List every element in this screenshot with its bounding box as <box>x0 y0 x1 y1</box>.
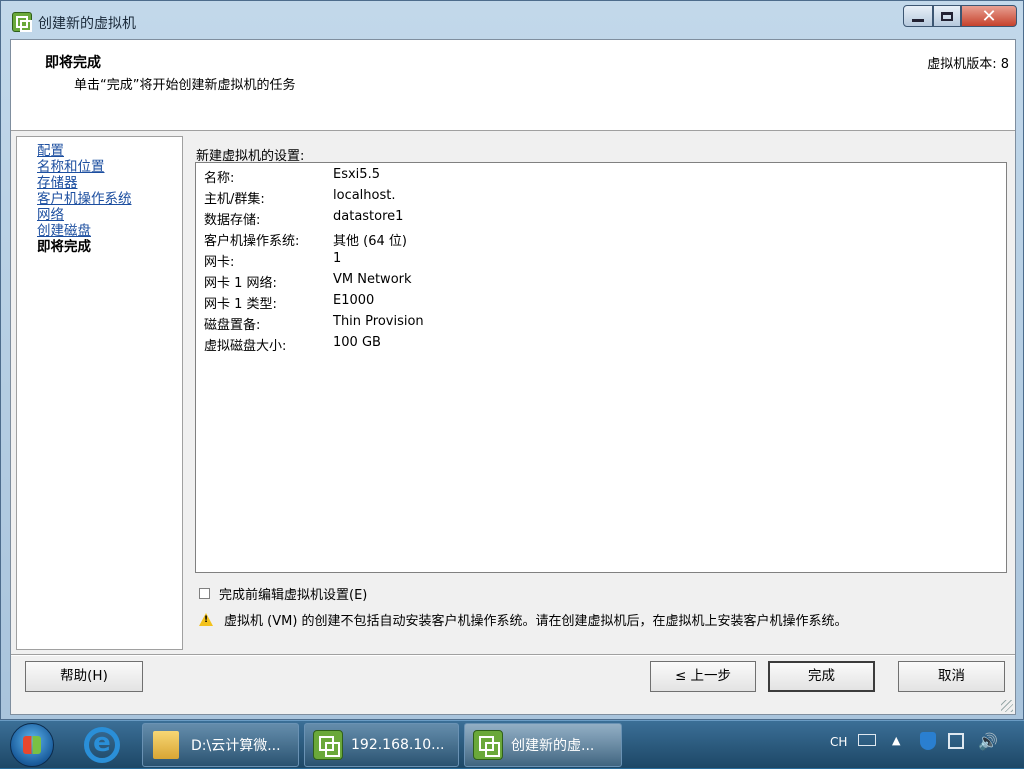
settings-key: 虚拟磁盘大小: <box>204 339 287 354</box>
nav-item-network[interactable]: 网络 <box>37 207 64 223</box>
nav-item-guest-os[interactable]: 客户机操作系统 <box>37 191 132 207</box>
folder-icon <box>153 731 179 759</box>
back-button[interactable]: ≤ 上一步 <box>650 661 756 692</box>
settings-key: 主机/群集: <box>204 192 265 207</box>
vsphere-icon <box>473 730 503 760</box>
settings-key: 网卡 1 类型: <box>204 297 277 312</box>
settings-key: 名称: <box>204 171 235 186</box>
taskbar: e D:\云计算微... 192.168.10... 创建新的虚... CH ▲… <box>0 720 1024 768</box>
warning-icon: ! <box>199 613 213 626</box>
settings-key: 磁盘置备: <box>204 318 261 333</box>
volume-icon[interactable]: 🔊 <box>978 732 998 751</box>
taskbar-item-label: 192.168.10... <box>351 737 445 753</box>
minimize-button[interactable] <box>903 5 933 27</box>
start-button[interactable] <box>10 723 54 767</box>
wizard-window: 创建新的虚拟机 ✕ 即将完成 单击“完成”将开始创建新虚拟机的任务 虚拟机版本:… <box>0 0 1024 720</box>
settings-value: Thin Provision <box>333 314 424 329</box>
settings-value: datastore1 <box>333 209 404 224</box>
nav-item-ready-to-complete: 即将完成 <box>37 239 91 255</box>
finish-button[interactable]: 完成 <box>768 661 875 692</box>
nav-item-storage[interactable]: 存储器 <box>37 175 78 191</box>
settings-key: 网卡 1 网络: <box>204 276 277 291</box>
settings-value: E1000 <box>333 293 375 308</box>
keyboard-icon[interactable] <box>858 734 876 746</box>
close-button[interactable]: ✕ <box>961 5 1017 27</box>
nav-item-config[interactable]: 配置 <box>37 143 64 159</box>
taskbar-item-create-vm[interactable]: 创建新的虚... <box>464 723 622 767</box>
help-button[interactable]: 帮助(H) <box>25 661 143 692</box>
settings-value: Esxi5.5 <box>333 167 380 182</box>
settings-value: 100 GB <box>333 335 381 350</box>
wizard-client-area: 即将完成 单击“完成”将开始创建新虚拟机的任务 虚拟机版本: 8 配置 名称和位… <box>10 39 1016 715</box>
settings-key: 客户机操作系统: <box>204 234 300 249</box>
nav-item-name-location[interactable]: 名称和位置 <box>37 159 105 175</box>
vsphere-icon <box>313 730 343 760</box>
warning-message: ! 虚拟机 (VM) 的创建不包括自动安装客户机操作系统。请在创建虚拟机后，在虚… <box>199 610 848 629</box>
show-hidden-icons-icon[interactable]: ▲ <box>892 734 900 747</box>
window-controls: ✕ <box>903 5 1017 29</box>
vsphere-app-icon <box>12 12 32 32</box>
settings-value: 其他 (64 位) <box>333 234 407 249</box>
vm-version-label: 虚拟机版本: 8 <box>927 57 1009 72</box>
taskbar-item-explorer[interactable]: D:\云计算微... <box>142 723 299 767</box>
settings-value: localhost. <box>333 188 396 203</box>
wizard-header: 即将完成 单击“完成”将开始创建新虚拟机的任务 虚拟机版本: 8 <box>11 40 1015 131</box>
button-separator <box>11 654 1015 656</box>
shield-icon[interactable] <box>920 732 936 750</box>
settings-key: 数据存储: <box>204 213 261 228</box>
taskbar-item-label: 创建新的虚... <box>511 738 595 754</box>
maximize-button[interactable] <box>933 5 961 27</box>
warning-text: 虚拟机 (VM) 的创建不包括自动安装客户机操作系统。请在创建虚拟机后，在虚拟机… <box>224 614 848 629</box>
taskbar-item-vsphere-client[interactable]: 192.168.10... <box>304 723 459 767</box>
maximize-icon <box>941 11 953 21</box>
edit-settings-label[interactable]: 完成前编辑虚拟机设置(E) <box>219 584 367 603</box>
step-title: 即将完成 <box>45 55 101 71</box>
edit-settings-checkbox[interactable] <box>199 588 210 599</box>
internet-explorer-icon[interactable]: e <box>84 727 120 763</box>
settings-value: 1 <box>333 251 342 266</box>
taskbar-item-label: D:\云计算微... <box>191 738 281 754</box>
resize-grip[interactable] <box>1001 700 1013 712</box>
language-indicator[interactable]: CH <box>830 735 847 749</box>
minimize-icon <box>912 18 924 22</box>
wizard-step-nav: 配置 名称和位置 存储器 客户机操作系统 网络 创建磁盘 即将完成 <box>16 136 183 650</box>
cancel-button[interactable]: 取消 <box>898 661 1005 692</box>
title-bar[interactable]: 创建新的虚拟机 ✕ <box>1 1 1023 39</box>
settings-key: 网卡: <box>204 255 235 270</box>
network-icon[interactable] <box>948 733 964 749</box>
step-subtitle: 单击“完成”将开始创建新虚拟机的任务 <box>74 78 296 93</box>
window-title: 创建新的虚拟机 <box>38 16 136 32</box>
settings-summary-box[interactable]: 名称: Esxi5.5 主机/群集: localhost. 数据存储: datasto… <box>195 162 1007 573</box>
close-icon: ✕ <box>981 5 997 27</box>
nav-item-create-disk[interactable]: 创建磁盘 <box>37 223 91 239</box>
settings-value: VM Network <box>333 272 412 287</box>
edit-settings-option[interactable]: 完成前编辑虚拟机设置(E) <box>199 584 367 603</box>
